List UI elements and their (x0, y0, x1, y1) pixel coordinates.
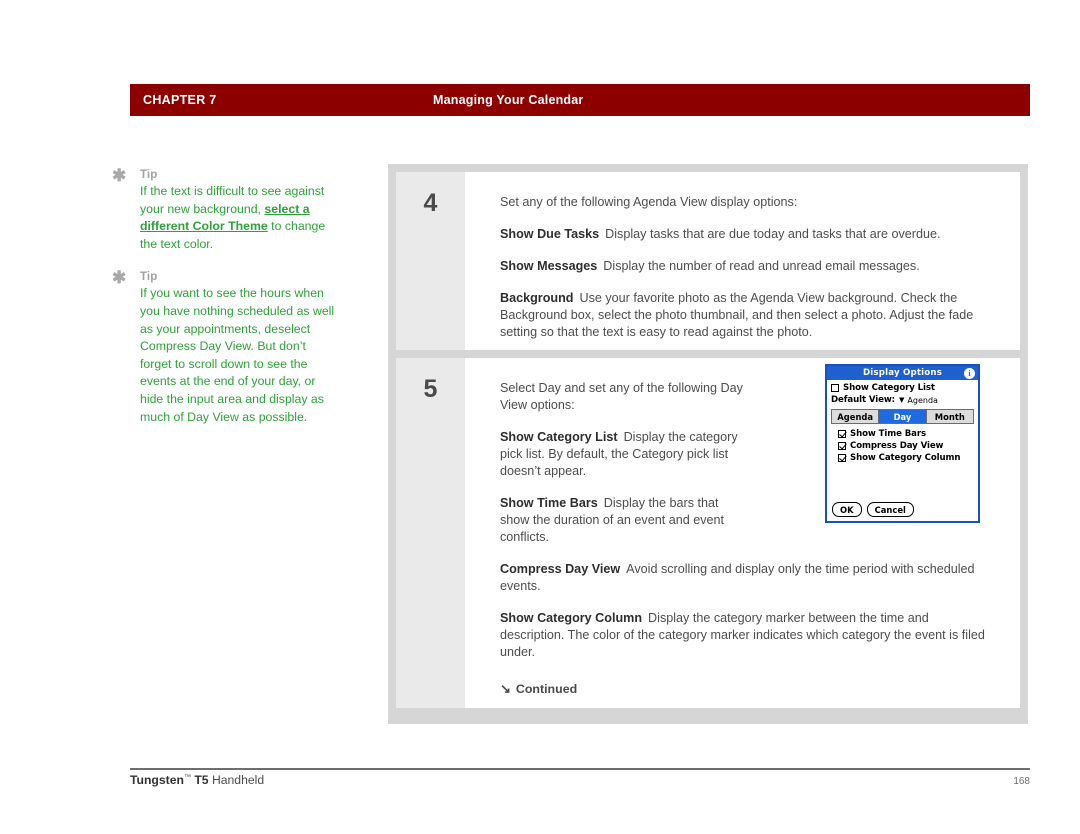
pda-show-category-column-row[interactable]: Show Category Column (838, 453, 974, 463)
step-4-item-1: Show Messages Display the number of read … (500, 258, 992, 275)
asterisk-icon: ✱ (112, 166, 127, 185)
pda-show-category-list-row[interactable]: Show Category List (831, 383, 974, 393)
step-card-5: 5 Select Day and set any of the followin… (396, 358, 1020, 708)
pda-display-options-dialog: Display Options i Show Category List Def… (825, 364, 980, 523)
tip-block-2: ✱ Tip If you want to see the hours when … (112, 268, 362, 426)
product-name: Tungsten™ T5 Handheld (130, 773, 264, 787)
term-background: Background (500, 291, 574, 305)
sidebar-tips: ✱ Tip If the text is difficult to see ag… (112, 166, 362, 443)
continued-label: Continued (515, 682, 578, 696)
tab-day[interactable]: Day (879, 410, 927, 423)
arrow-down-right-icon: ↘ (500, 681, 511, 696)
steps-panel: 4 Set any of the following Agenda View d… (388, 164, 1028, 724)
term-show-time-bars: Show Time Bars (500, 496, 598, 510)
tab-month[interactable]: Month (926, 410, 973, 423)
desc-show-due-tasks: Display tasks that are due today and tas… (605, 227, 941, 241)
checkbox-show-time-bars[interactable] (838, 430, 846, 438)
asterisk-icon: ✱ (112, 268, 127, 288)
step-number: 4 (423, 189, 438, 217)
step-5-item-2: Compress Day View Avoid scrolling and dis… (500, 561, 992, 595)
trademark-icon: ™ (183, 773, 191, 781)
desc-show-messages: Display the number of read and unread em… (603, 259, 920, 273)
checkbox-show-category-column[interactable] (838, 454, 846, 462)
term-show-due-tasks: Show Due Tasks (500, 227, 600, 241)
step-5-item-1: Show Time Bars Display the bars that show… (500, 495, 748, 546)
product-suffix: Handheld (211, 773, 265, 787)
pda-default-view-row[interactable]: Default View: ▼ Agenda (831, 395, 974, 405)
value-default-view: Agenda (907, 395, 938, 405)
pda-checkbox-group: Show Time Bars Compress Day View Show Ca… (831, 429, 974, 463)
page-footer: Tungsten™ T5 Handheld 168 (130, 773, 1030, 787)
step-4-intro: Set any of the following Agenda View dis… (500, 195, 798, 209)
pda-dialog-body: Show Category List Default View: ▼ Agend… (827, 380, 978, 463)
chapter-section-title: Managing Your Calendar (433, 93, 584, 107)
step-5-intro: Select Day and set any of the following … (500, 381, 743, 412)
step-number-column: 5 (396, 358, 465, 708)
tab-agenda[interactable]: Agenda (832, 410, 880, 423)
tip-block-1: ✱ Tip If the text is difficult to see ag… (112, 166, 362, 253)
term-show-messages: Show Messages (500, 259, 598, 273)
term-compress-day-view: Compress Day View (500, 562, 621, 576)
tip-text-1: If the text is difficult to see against … (140, 183, 336, 253)
term-show-category-column: Show Category Column (500, 611, 643, 625)
label-show-category-list: Show Category List (843, 383, 935, 393)
ok-button[interactable]: OK (832, 502, 862, 517)
pda-view-tabs: Agenda Day Month (831, 409, 974, 424)
pda-compress-day-view-row[interactable]: Compress Day View (838, 441, 974, 451)
step-content-5: Select Day and set any of the following … (465, 358, 1020, 708)
pda-show-time-bars-row[interactable]: Show Time Bars (838, 429, 974, 439)
step-number: 5 (423, 375, 438, 403)
tip-label: Tip (140, 271, 158, 284)
continued-marker: ↘ Continued (500, 681, 992, 697)
tip-text-2: If you want to see the hours when you ha… (140, 286, 335, 424)
tip-label: Tip (140, 169, 158, 181)
step-4-item-2: Background Use your favorite photo as the… (500, 290, 992, 341)
checkbox-show-category-list[interactable] (831, 384, 839, 392)
product-brand: Tungsten (130, 773, 184, 787)
step-card-4: 4 Set any of the following Agenda View d… (396, 172, 1020, 350)
term-show-category-list: Show Category List (500, 430, 618, 444)
chevron-down-icon[interactable]: ▼ (899, 396, 904, 404)
footer-divider (130, 768, 1030, 770)
cancel-button[interactable]: Cancel (866, 502, 914, 517)
step-5-item-3: Show Category Column Display the category… (500, 610, 992, 661)
pda-dialog-title: Display Options (862, 368, 943, 378)
chapter-label: CHAPTER 7 (143, 93, 217, 107)
chapter-header-banner: CHAPTER 7 Managing Your Calendar (130, 84, 1030, 116)
pda-title-bar: Display Options i (827, 366, 978, 380)
step-4-item-0: Show Due Tasks Display tasks that are due… (500, 226, 992, 243)
step-number-column: 4 (396, 172, 465, 350)
page-number: 168 (1013, 776, 1030, 787)
pda-dialog-buttons: OK Cancel (832, 502, 914, 517)
step-content-4: Set any of the following Agenda View dis… (465, 172, 1020, 350)
product-model: T5 (194, 773, 209, 787)
label-default-view: Default View: (831, 395, 896, 405)
info-icon[interactable]: i (964, 367, 975, 379)
label-compress-day-view: Compress Day View (850, 441, 944, 451)
checkbox-compress-day-view[interactable] (838, 442, 846, 450)
label-show-category-column: Show Category Column (850, 453, 961, 463)
step-5-item-0: Show Category List Display the category p… (500, 429, 748, 480)
label-show-time-bars: Show Time Bars (850, 429, 927, 439)
